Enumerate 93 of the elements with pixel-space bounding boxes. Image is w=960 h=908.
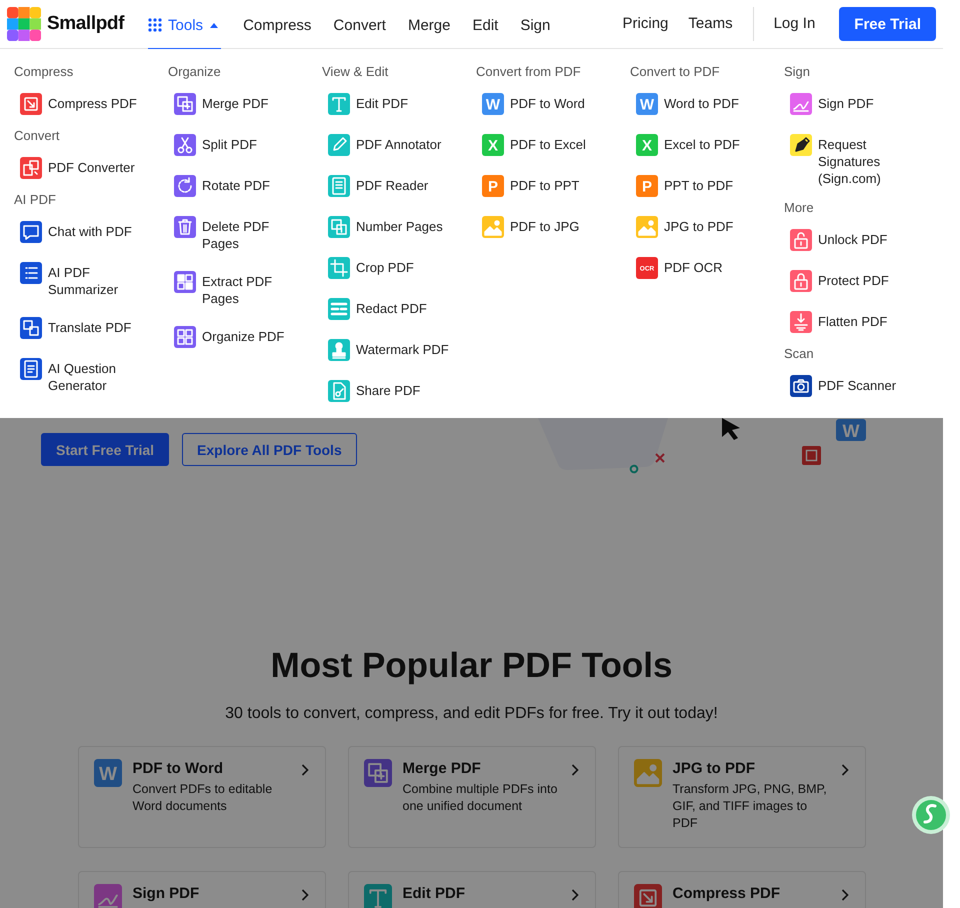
crop-icon xyxy=(802,446,821,465)
menu-item[interactable]: P PPT to PDF xyxy=(630,167,784,205)
menu-heading: View & Edit xyxy=(322,63,390,81)
caret-icon xyxy=(209,22,220,28)
chevron-right-icon xyxy=(840,889,848,901)
chevron-right-icon xyxy=(300,764,308,776)
menu-item[interactable]: Organize PDF xyxy=(168,318,322,356)
menu-item[interactable]: PDF Annotator xyxy=(322,126,476,164)
menu-heading: Convert xyxy=(14,127,61,145)
nav-link[interactable]: Compress xyxy=(243,0,312,50)
letter-tile-icon: W xyxy=(94,759,122,787)
menu-item[interactable]: W Word to PDF xyxy=(630,85,784,123)
letter-tile-icon: P xyxy=(636,175,658,197)
menu-heading: AI PDF xyxy=(14,191,57,209)
nav-link[interactable]: Merge xyxy=(408,0,450,50)
menu-item[interactable]: Chat with PDF xyxy=(14,213,168,251)
menu-item[interactable]: PDF to JPG xyxy=(476,208,630,246)
card-title: Compress PDF xyxy=(672,884,782,904)
menu-item[interactable]: Delete PDF Pages xyxy=(168,208,322,260)
cursor-icon xyxy=(722,418,740,440)
menu-item[interactable]: Number Pages xyxy=(322,208,476,246)
card-title: Edit PDF xyxy=(402,884,466,904)
menu-heading: Compress xyxy=(14,63,74,81)
nav-link[interactable]: Teams xyxy=(688,14,733,34)
card-description: Convert PDFs to editable Word documents xyxy=(132,781,274,815)
menu-item[interactable]: Watermark PDF xyxy=(322,331,476,369)
menu-item[interactable]: X PDF to Excel xyxy=(476,126,630,164)
ring-shape xyxy=(630,464,638,474)
menu-item[interactable]: X Excel to PDF xyxy=(630,126,784,164)
section-subtitle: 30 tools to convert, compress, and edit PDFs for free. Try it out today! xyxy=(225,704,718,724)
letter-tile-icon: W xyxy=(482,93,504,115)
menu-item[interactable]: AI PDF Summarizer xyxy=(14,254,168,306)
menu-item[interactable]: Sign PDF xyxy=(784,85,938,123)
tool-card[interactable]: Edit PDF xyxy=(348,871,596,908)
section-title: Most Popular PDF Tools xyxy=(270,645,672,687)
menu-item[interactable]: PDF Scanner xyxy=(784,367,938,405)
menu-item[interactable]: Split PDF xyxy=(168,126,322,164)
menu-item[interactable]: Rotate PDF xyxy=(168,167,322,205)
logo-icon[interactable] xyxy=(7,7,41,41)
tool-card[interactable]: Merge PDF Combine multiple PDFs into one unified document xyxy=(348,746,596,848)
letter-tile-icon: X xyxy=(636,134,658,156)
menu-item[interactable]: Flatten PDF xyxy=(784,303,938,341)
tool-card[interactable]: Compress PDF xyxy=(618,871,866,908)
card-title: PDF to Word xyxy=(132,759,224,779)
menu-item[interactable]: Request Signatures (Sign.com) xyxy=(784,126,938,195)
assistant-button[interactable] xyxy=(911,795,951,835)
chevron-right-icon xyxy=(570,889,578,901)
chevron-right-icon xyxy=(300,889,308,901)
card-description: Combine multiple PDFs into one unified document xyxy=(402,781,558,815)
card-title: JPG to PDF xyxy=(672,759,756,779)
letter-tile-icon: W xyxy=(836,419,866,441)
tool-card[interactable]: JPG to PDF Transform JPG, PNG, BMP, GIF, and TIFF images to PDF xyxy=(618,746,866,848)
free-trial-button[interactable]: Free Trial xyxy=(839,7,936,41)
letter-tile-icon: X xyxy=(482,134,504,156)
menu-item[interactable]: Extract PDF Pages xyxy=(168,263,322,315)
menu-item[interactable]: W PDF to Word xyxy=(476,85,630,123)
menu-item[interactable]: AI Question Generator xyxy=(14,350,168,402)
menu-item[interactable]: Protect PDF xyxy=(784,262,938,300)
menu-item[interactable]: Compress PDF xyxy=(14,85,168,123)
menu-item[interactable]: P PDF to PPT xyxy=(476,167,630,205)
tool-card[interactable]: Sign PDF xyxy=(78,871,326,908)
menu-item[interactable]: Merge PDF xyxy=(168,85,322,123)
menu-item[interactable]: Unlock PDF xyxy=(784,221,938,259)
letter-tile-icon: P xyxy=(482,175,504,197)
nav-link[interactable]: Pricing xyxy=(622,14,668,34)
menu-item[interactable]: Share PDF xyxy=(322,372,476,410)
menu-item[interactable]: Crop PDF xyxy=(322,249,476,287)
chevron-right-icon xyxy=(840,764,848,776)
menu-item[interactable]: JPG to PDF xyxy=(630,208,784,246)
menu-heading: Convert from PDF xyxy=(476,63,582,81)
dots-grid-icon xyxy=(148,18,162,32)
tool-card[interactable]: W PDF to Word Convert PDFs to editable Word documents xyxy=(78,746,326,848)
menu-heading: Scan xyxy=(784,345,815,363)
menu-item[interactable]: PDF Converter xyxy=(14,149,168,187)
menu-heading: Convert to PDF xyxy=(630,63,721,81)
card-title: Merge PDF xyxy=(402,759,482,779)
card-description: Transform JPG, PNG, BMP, GIF, and TIFF images to PDF xyxy=(672,781,828,832)
nav-link[interactable]: Sign xyxy=(520,0,550,50)
card-title: Sign PDF xyxy=(132,884,200,904)
menu-heading: Organize xyxy=(168,63,222,81)
menu-item[interactable]: PDF Reader xyxy=(322,167,476,205)
menu-item[interactable]: Translate PDF xyxy=(14,309,168,347)
menu-item[interactable]: Edit PDF xyxy=(322,85,476,123)
menu-heading: More xyxy=(784,199,815,217)
letter-tile-icon: W xyxy=(636,93,658,115)
login-link[interactable]: Log In xyxy=(774,14,816,34)
chevron-right-icon xyxy=(570,764,578,776)
menu-heading: Sign xyxy=(784,63,812,81)
menu-item[interactable]: Redact PDF xyxy=(322,290,476,328)
nav-link[interactable]: Convert xyxy=(333,0,386,50)
nav-link[interactable]: Edit xyxy=(472,0,498,50)
brand-name[interactable]: Smallpdf xyxy=(47,13,124,35)
cross-mark xyxy=(655,453,665,463)
